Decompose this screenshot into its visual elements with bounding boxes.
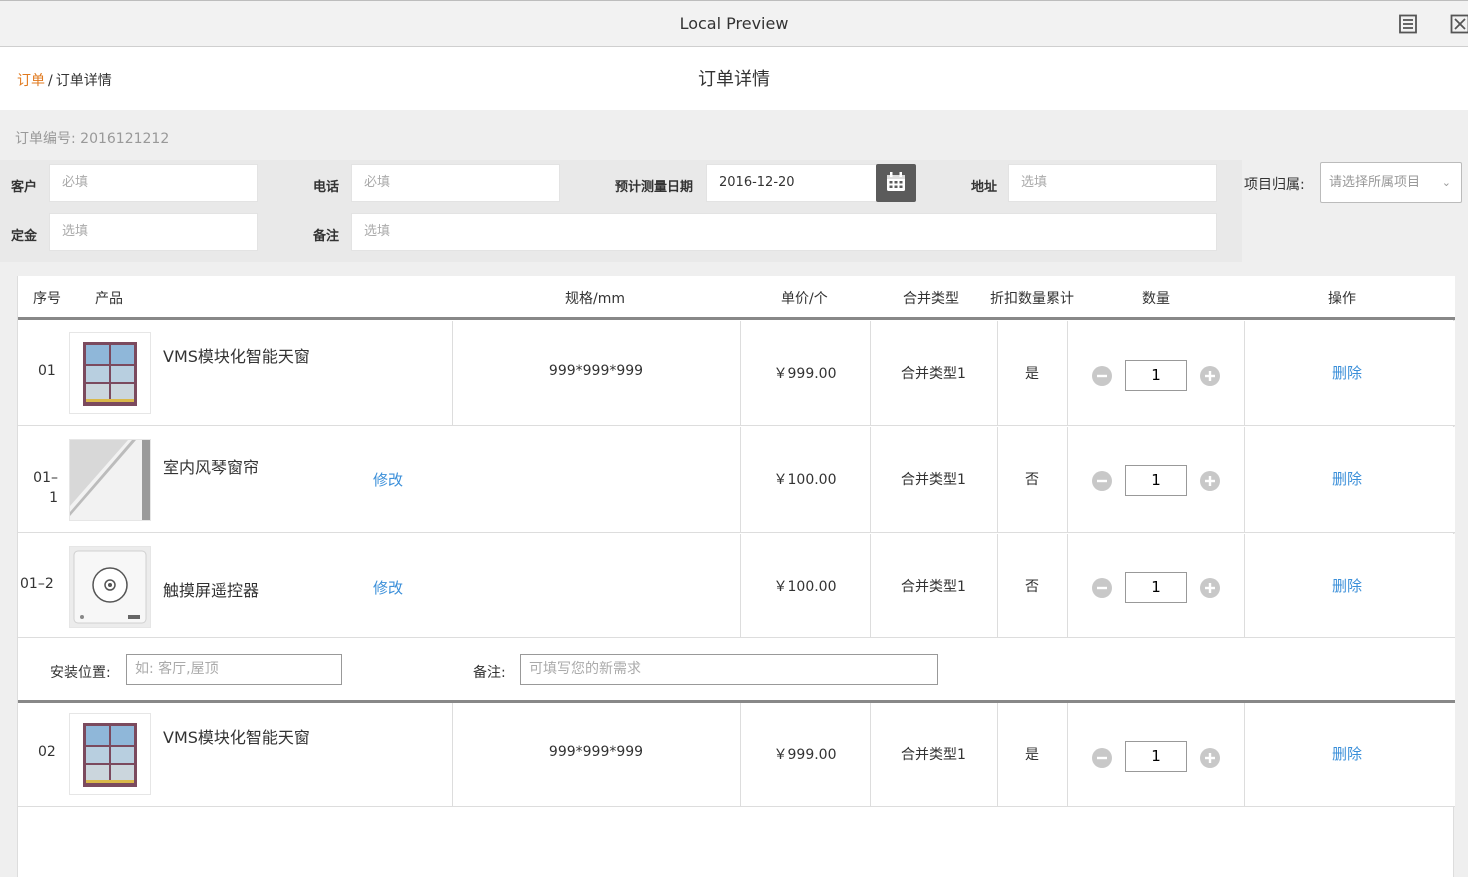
curtain-product-image xyxy=(70,440,150,520)
edit-link[interactable]: 修改 xyxy=(373,469,403,490)
merge-type: 合并类型1 xyxy=(901,472,966,488)
window-title: Local Preview xyxy=(679,14,789,33)
item-remark-label: 备注: xyxy=(473,665,506,681)
quantity-input[interactable]: 1 xyxy=(1125,360,1187,391)
merge-type: 合并类型1 xyxy=(901,747,966,763)
th-spec: 规格/mm xyxy=(565,291,625,307)
spec-value: 999*999*999 xyxy=(548,363,644,379)
delete-link[interactable]: 删除 xyxy=(1332,362,1362,383)
delete-link[interactable]: 删除 xyxy=(1332,743,1362,764)
th-discount: 折扣数量累计 xyxy=(990,291,1074,307)
delete-link[interactable]: 删除 xyxy=(1332,468,1362,489)
plus-circle-icon[interactable] xyxy=(1200,578,1220,598)
chevron-down-icon: ⌄ xyxy=(1441,176,1451,189)
minus-circle-icon[interactable] xyxy=(1092,366,1112,386)
th-seq: 序号 xyxy=(33,291,61,307)
order-form: 订单编号: 2016121212 客户 必填 电话 必填 预计测量日期 2016… xyxy=(0,110,1468,276)
price-value: ￥100.00 xyxy=(773,579,837,595)
quantity-input[interactable]: 1 xyxy=(1125,572,1187,603)
project-select[interactable]: 请选择所属项目 ⌄ xyxy=(1320,162,1462,203)
project-label: 项目归属: xyxy=(1244,177,1305,193)
deposit-input[interactable]: 选填 xyxy=(49,213,258,251)
spec-value: 999*999*999 xyxy=(548,744,644,760)
plus-circle-icon[interactable] xyxy=(1200,748,1220,768)
plus-circle-icon[interactable] xyxy=(1200,471,1220,491)
discount-flag: 否 xyxy=(1025,579,1039,595)
measure-date-input[interactable]: 2016-12-20 xyxy=(706,164,877,202)
remark-input[interactable]: 选填 xyxy=(351,213,1217,251)
th-qty: 数量 xyxy=(1142,291,1170,307)
deposit-label: 定金 xyxy=(11,229,38,244)
product-thumbnail[interactable] xyxy=(69,332,151,414)
product-name: VMS模块化智能天窗 xyxy=(163,347,310,366)
product-name: 触摸屏遥控器 xyxy=(163,581,260,600)
item-remark-input[interactable]: 可填写您的新需求 xyxy=(520,654,938,685)
project-select-value: 请选择所属项目 xyxy=(1329,175,1421,190)
install-location-label: 安装位置: xyxy=(50,665,111,681)
window-product-image xyxy=(83,723,137,787)
phone-input[interactable]: 必填 xyxy=(351,164,560,202)
row-seq: 01– 1 xyxy=(33,470,58,506)
measure-date-label: 预计测量日期 xyxy=(615,180,694,195)
delete-link[interactable]: 删除 xyxy=(1332,575,1362,596)
discount-flag: 否 xyxy=(1025,472,1039,488)
discount-flag: 是 xyxy=(1025,747,1039,763)
address-label: 地址 xyxy=(971,180,998,195)
price-value: ￥100.00 xyxy=(773,472,837,488)
th-ops: 操作 xyxy=(1328,291,1356,307)
product-thumbnail[interactable] xyxy=(69,439,151,521)
customer-input[interactable]: 必填 xyxy=(49,164,258,202)
discount-flag: 是 xyxy=(1025,366,1039,382)
table-row: 01–2 触摸屏遥控器 修改 ￥100.00 合并类型1 否 1 删除 xyxy=(18,534,1455,638)
page-header: 订单 / 订单详情 订单详情 xyxy=(0,47,1468,110)
close-icon[interactable] xyxy=(1450,14,1468,34)
th-product: 产品 xyxy=(95,291,123,307)
product-name: VMS模块化智能天窗 xyxy=(163,728,310,747)
window-titlebar: Local Preview xyxy=(0,0,1468,47)
window-product-image xyxy=(83,342,137,406)
edit-link[interactable]: 修改 xyxy=(373,577,403,598)
quantity-input[interactable]: 1 xyxy=(1125,741,1187,772)
table-row: 02 VMS模块化智能天窗 999*999*999 ￥999.00 合并类型1 … xyxy=(18,703,1455,807)
minus-circle-icon[interactable] xyxy=(1092,748,1112,768)
minus-circle-icon[interactable] xyxy=(1092,578,1112,598)
product-thumbnail[interactable] xyxy=(69,546,151,628)
order-number: 订单编号: 2016121212 xyxy=(15,131,170,147)
row-seq: 01 xyxy=(38,363,56,379)
th-merge: 合并类型 xyxy=(903,291,959,307)
product-thumbnail[interactable] xyxy=(69,713,151,795)
remark-label: 备注 xyxy=(313,229,340,244)
calendar-icon xyxy=(887,172,905,191)
plus-circle-icon[interactable] xyxy=(1200,366,1220,386)
quantity-input[interactable]: 1 xyxy=(1125,465,1187,496)
row-seq: 01–2 xyxy=(20,576,54,592)
phone-label: 电话 xyxy=(313,180,340,195)
row-seq: 02 xyxy=(38,744,56,760)
list-icon[interactable] xyxy=(1398,14,1418,34)
calendar-button[interactable] xyxy=(876,164,916,202)
th-price: 单价/个 xyxy=(781,291,828,307)
minus-circle-icon[interactable] xyxy=(1092,471,1112,491)
price-value: ￥999.00 xyxy=(773,747,837,763)
merge-type: 合并类型1 xyxy=(901,579,966,595)
table-row: 01 VMS模块化智能天窗 999*999*999 ￥999.00 合并类型1 … xyxy=(18,321,1455,426)
install-info-row: 安装位置: 如: 客厅,屋顶 备注: 可填写您的新需求 xyxy=(18,638,1455,703)
remote-product-image xyxy=(70,547,150,627)
install-location-input[interactable]: 如: 客厅,屋顶 xyxy=(126,654,342,685)
order-table: 序号 产品 规格/mm 单价/个 合并类型 折扣数量累计 数量 操作 01 VM… xyxy=(17,276,1455,877)
customer-label: 客户 xyxy=(11,180,38,195)
product-name: 室内风琴窗帘 xyxy=(163,458,260,477)
address-input[interactable]: 选填 xyxy=(1008,164,1217,202)
table-header: 序号 产品 规格/mm 单价/个 合并类型 折扣数量累计 数量 操作 xyxy=(18,276,1455,320)
page-title: 订单详情 xyxy=(698,69,770,90)
table-row: 01– 1 室内风琴窗帘 修改 ￥100.00 合并类型1 否 1 删除 xyxy=(18,427,1455,533)
merge-type: 合并类型1 xyxy=(901,366,966,382)
price-value: ￥999.00 xyxy=(773,366,837,382)
